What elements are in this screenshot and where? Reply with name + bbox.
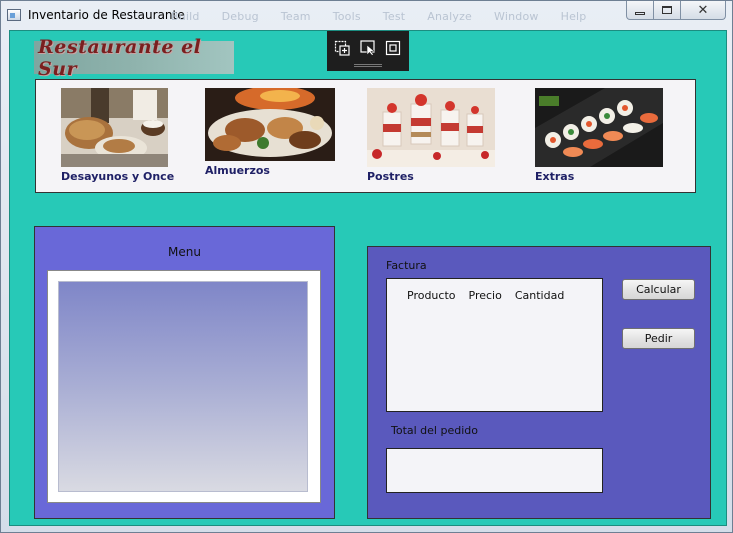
main-form: Restaurante el Sur Desayunos y Once Almu… (9, 30, 727, 526)
breakfast-photo[interactable] (61, 88, 168, 167)
category-label[interactable]: Extras (535, 170, 663, 183)
menu-panel: Menu (34, 226, 335, 519)
ghost-menu-item: Tools (332, 10, 361, 23)
desserts-photo[interactable] (367, 88, 495, 167)
lunch-photo[interactable] (205, 88, 335, 161)
ghost-menu-item: Build (171, 10, 200, 23)
total-label: Total del pedido (391, 424, 478, 437)
column-header-quantity[interactable]: Cantidad (515, 289, 564, 302)
minimize-button[interactable] (626, 1, 654, 20)
designer-toolbar (327, 31, 409, 71)
category-desserts[interactable]: Postres (367, 88, 495, 183)
toolbar-grip[interactable] (354, 64, 382, 67)
invoice-column-headers: Producto Precio Cantidad (407, 289, 577, 302)
window-controls: ✕ (626, 1, 726, 21)
ghost-menu-item: Analyze (427, 10, 473, 23)
ghost-menu-item: Window (494, 10, 539, 23)
invoice-panel: Factura Producto Precio Cantidad Total d… (367, 246, 711, 519)
ghost-menu-item: Debug (221, 10, 259, 23)
column-header-price[interactable]: Precio (469, 289, 502, 302)
title-bar[interactable]: Inventario de Restaurante Build Debug Team… (1, 1, 732, 29)
column-header-product[interactable]: Producto (407, 289, 456, 302)
select-element-icon[interactable] (334, 40, 350, 56)
ghost-menu-item: Test (382, 10, 406, 23)
app-window: Inventario de Restaurante Build Debug Team… (0, 0, 733, 533)
minimize-icon (635, 11, 645, 15)
invoice-title: Factura (386, 259, 427, 272)
category-extras[interactable]: Extras (535, 88, 663, 183)
close-icon: ✕ (697, 2, 709, 18)
category-label[interactable]: Almuerzos (205, 164, 335, 177)
close-button[interactable]: ✕ (681, 1, 726, 20)
menu-title: Menu (168, 245, 201, 259)
menu-image[interactable] (58, 281, 308, 492)
category-panel: Desayunos y Once Almuerzos Postres Extra… (35, 79, 696, 193)
window-title: Inventario de Restaurante (28, 8, 185, 22)
category-lunch[interactable]: Almuerzos (205, 88, 335, 177)
invoice-list[interactable]: Producto Precio Cantidad (386, 278, 603, 412)
category-label[interactable]: Desayunos y Once (61, 170, 174, 183)
display-layout-adorners-icon[interactable] (385, 40, 401, 56)
category-label[interactable]: Postres (367, 170, 495, 183)
pointer-select-icon[interactable] (360, 40, 376, 56)
calculate-button[interactable]: Calcular (622, 279, 695, 300)
menu-image-frame (47, 270, 321, 503)
maximize-button[interactable] (654, 1, 681, 20)
category-breakfast[interactable]: Desayunos y Once (61, 88, 174, 183)
background-ide-menu: Build Debug Team Tools Test Analyze Window Help (171, 10, 608, 23)
logo-text: Restaurante el Sur (38, 35, 202, 80)
app-icon (7, 9, 21, 21)
restaurant-logo: Restaurante el Sur (34, 36, 234, 80)
order-button[interactable]: Pedir (622, 328, 695, 349)
ghost-menu-item: Help (560, 10, 587, 23)
ghost-menu-item: Team (280, 10, 311, 23)
sushi-photo[interactable] (535, 88, 663, 167)
total-field[interactable] (386, 448, 603, 493)
maximize-icon (662, 6, 672, 14)
